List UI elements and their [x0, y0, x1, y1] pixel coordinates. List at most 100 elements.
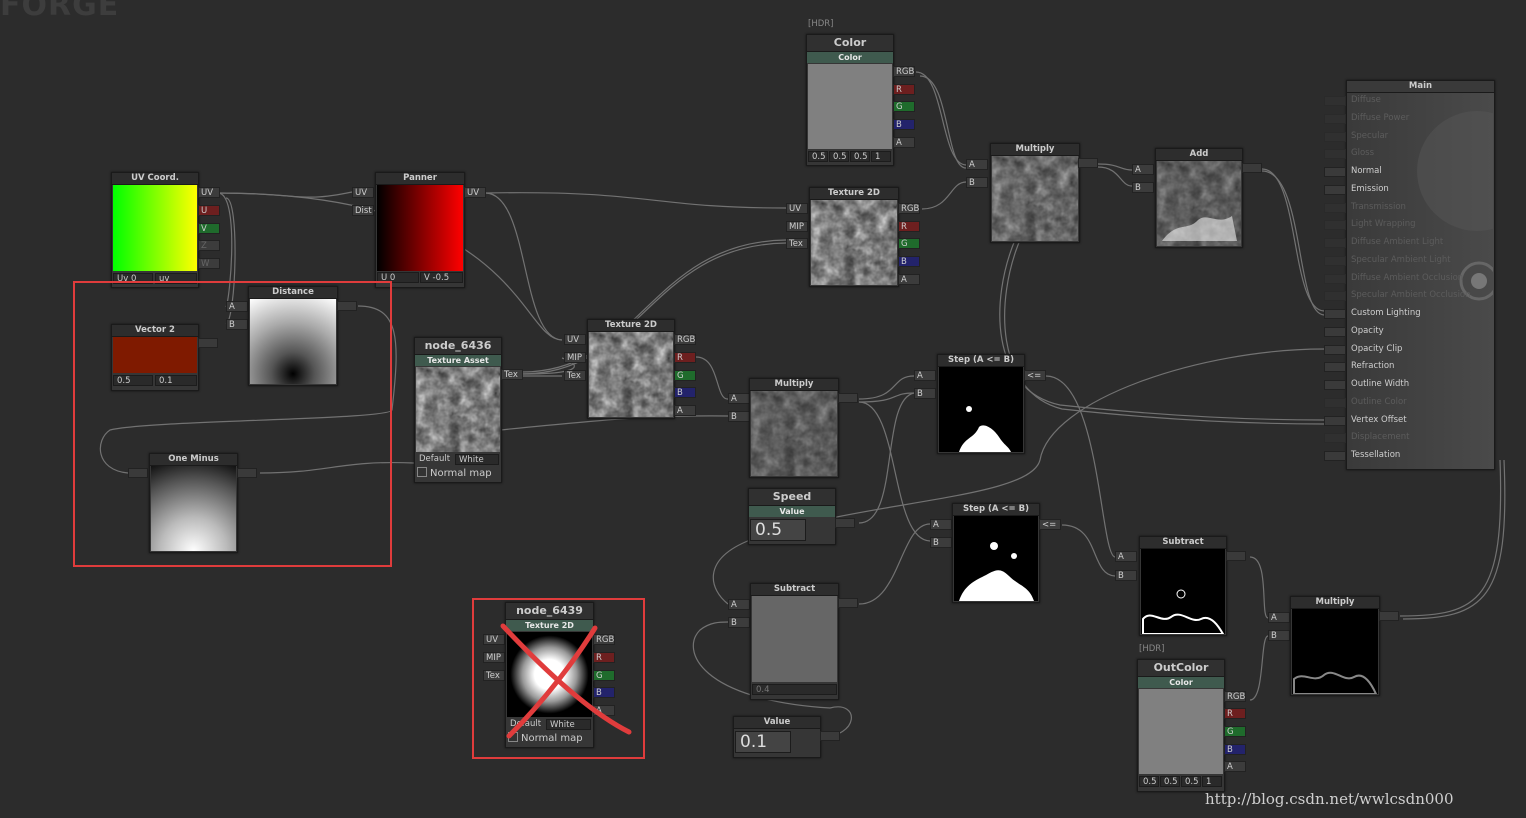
- main-input-port[interactable]: [1324, 397, 1346, 408]
- value-a[interactable]: 1: [1202, 776, 1222, 787]
- port-in-tex[interactable]: Tex: [564, 370, 586, 381]
- port-r[interactable]: R: [893, 84, 915, 95]
- port-rgb[interactable]: RGB: [674, 334, 696, 345]
- port-in-a[interactable]: A: [966, 159, 988, 170]
- texture-asset-node[interactable]: node_6436 Texture Asset Default White No…: [414, 337, 502, 483]
- subtract-node-mid[interactable]: Subtract 0.4: [750, 583, 839, 700]
- panner-node[interactable]: Panner U 0 V -0.5: [375, 172, 465, 288]
- value-g[interactable]: 0.5: [1160, 776, 1180, 787]
- port-in-a[interactable]: A: [1115, 551, 1137, 562]
- main-input-port[interactable]: [1324, 167, 1346, 177]
- port-g[interactable]: G: [1224, 726, 1246, 737]
- panner-v[interactable]: V -0.5: [420, 272, 463, 283]
- port-in-a[interactable]: A: [1268, 612, 1290, 623]
- texture2d-node-mid[interactable]: Texture 2D: [587, 319, 675, 419]
- main-input-port[interactable]: [1324, 113, 1346, 124]
- port-out-uv[interactable]: UV: [464, 187, 486, 198]
- main-input-port[interactable]: [1324, 273, 1346, 284]
- port-a[interactable]: A: [674, 405, 696, 416]
- value-a[interactable]: 1: [871, 151, 891, 162]
- port-out[interactable]: [838, 393, 858, 403]
- port-in-b[interactable]: B: [1132, 182, 1154, 193]
- port-uv[interactable]: UV: [198, 187, 220, 198]
- port-out[interactable]: [1078, 158, 1098, 168]
- port-in-b[interactable]: B: [728, 617, 750, 628]
- value-node[interactable]: Value 0.1: [733, 716, 821, 758]
- port-in-a[interactable]: A: [728, 599, 750, 610]
- port-a[interactable]: A: [893, 137, 915, 148]
- port-r[interactable]: R: [674, 352, 696, 363]
- port-in-b[interactable]: B: [914, 388, 936, 399]
- port-a[interactable]: A: [1224, 761, 1246, 772]
- multiply-node-top[interactable]: Multiply: [990, 143, 1080, 243]
- main-input-port[interactable]: [1324, 149, 1346, 160]
- subtract-value[interactable]: 0.4: [752, 684, 837, 695]
- main-input-port[interactable]: [1324, 380, 1346, 390]
- value-r[interactable]: 0.5: [1139, 776, 1159, 787]
- texture2d-node-top[interactable]: Texture 2D: [809, 187, 899, 287]
- main-input-port[interactable]: [1324, 309, 1346, 319]
- port-b[interactable]: B: [898, 256, 920, 267]
- port-rgb[interactable]: RGB: [893, 66, 915, 77]
- port-in-a[interactable]: A: [1132, 164, 1154, 175]
- port-in-b[interactable]: B: [966, 177, 988, 188]
- main-input-port[interactable]: [1324, 415, 1346, 426]
- subtract-node-right[interactable]: Subtract: [1139, 536, 1227, 636]
- port-z[interactable]: Z: [198, 240, 220, 251]
- main-input-port[interactable]: [1324, 96, 1346, 106]
- port-in-b[interactable]: B: [930, 537, 952, 548]
- main-input-port[interactable]: [1324, 451, 1346, 461]
- uv-coord-node[interactable]: UV Coord. Uv 0 uv: [111, 172, 199, 288]
- port-r[interactable]: R: [898, 221, 920, 232]
- default-select[interactable]: White: [455, 454, 499, 465]
- value-b[interactable]: 0.5: [850, 151, 870, 162]
- main-input-port[interactable]: [1324, 255, 1346, 266]
- port-in-dist[interactable]: Dist: [352, 205, 374, 216]
- color-node[interactable]: Color Color 0.5 0.5 0.5 1: [806, 34, 894, 166]
- port-out[interactable]: [838, 598, 858, 608]
- port-out[interactable]: [820, 731, 840, 741]
- add-node[interactable]: Add: [1155, 148, 1243, 248]
- speed-value[interactable]: 0.5: [750, 519, 806, 541]
- value-r[interactable]: 0.5: [808, 151, 828, 162]
- node-editor-canvas[interactable]: FORGE [HDR] Color Color 0.5 0.5 0.5 1 RG…: [0, 0, 1526, 818]
- port-out[interactable]: [1242, 163, 1262, 173]
- main-input-port[interactable]: [1324, 326, 1346, 337]
- port-g[interactable]: G: [898, 238, 920, 249]
- port-in-uv[interactable]: UV: [352, 187, 374, 198]
- port-out-tex[interactable]: Tex: [501, 369, 523, 380]
- port-w[interactable]: W: [198, 258, 220, 269]
- port-in-a[interactable]: A: [914, 370, 936, 381]
- port-rgb[interactable]: RGB: [1224, 691, 1246, 702]
- multiply-node-right[interactable]: Multiply: [1290, 596, 1380, 696]
- main-input-port[interactable]: [1324, 131, 1346, 142]
- port-in-b[interactable]: B: [728, 411, 750, 422]
- main-input-port[interactable]: [1324, 344, 1346, 355]
- port-in-mip[interactable]: MIP: [786, 221, 808, 232]
- multiply-node-mid[interactable]: Multiply: [749, 378, 839, 478]
- port-u[interactable]: U: [198, 205, 220, 216]
- port-in-tex[interactable]: Tex: [786, 238, 808, 249]
- port-out[interactable]: [1226, 551, 1246, 561]
- value-g[interactable]: 0.5: [829, 151, 849, 162]
- port-out[interactable]: <=: [1039, 519, 1061, 530]
- main-input-port[interactable]: [1324, 220, 1346, 231]
- port-a[interactable]: A: [898, 274, 920, 285]
- main-input-port[interactable]: [1324, 238, 1346, 248]
- port-g[interactable]: G: [674, 370, 696, 381]
- port-r[interactable]: R: [1224, 708, 1246, 719]
- port-in-a[interactable]: A: [930, 519, 952, 530]
- main-input-port[interactable]: [1324, 291, 1346, 302]
- port-in-uv[interactable]: UV: [564, 334, 586, 345]
- port-in-a[interactable]: A: [728, 393, 750, 404]
- port-v[interactable]: V: [198, 223, 220, 234]
- port-out[interactable]: <=: [1024, 370, 1046, 381]
- normal-map-checkbox[interactable]: Normal map: [417, 467, 492, 479]
- port-in-b[interactable]: B: [1268, 630, 1290, 641]
- outcolor-node[interactable]: OutColor Color 0.5 0.5 0.5 1: [1137, 659, 1225, 792]
- port-out[interactable]: [835, 518, 855, 528]
- speed-node[interactable]: Speed Value 0.5: [748, 488, 836, 545]
- port-in-b[interactable]: B: [1115, 570, 1137, 581]
- step-node-1[interactable]: Step (A <= B): [937, 354, 1025, 454]
- port-in-mip[interactable]: MIP: [564, 352, 586, 363]
